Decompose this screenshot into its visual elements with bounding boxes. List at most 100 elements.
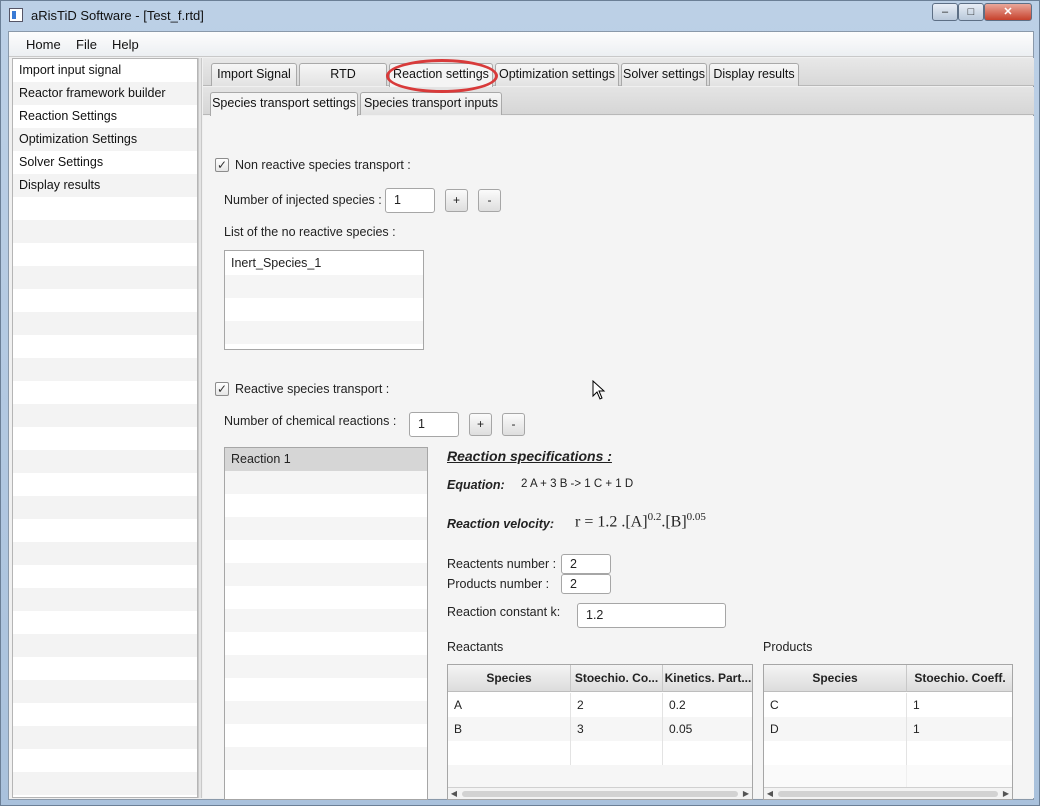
- scroll-thumb[interactable]: [462, 791, 738, 797]
- sidebar-empty-row: [13, 749, 197, 772]
- table-row[interactable]: D 1: [764, 717, 1012, 741]
- table-cell[interactable]: 0.2: [663, 693, 752, 717]
- reaction-constant-input[interactable]: 1.2: [577, 603, 726, 628]
- sidebar-item-import-input-signal[interactable]: Import input signal: [13, 59, 197, 82]
- scroll-left-icon[interactable]: ◀: [764, 788, 776, 799]
- maximize-button[interactable]: □: [958, 3, 984, 21]
- sidebar-empty-row: [13, 772, 197, 795]
- list-item-empty: [225, 321, 423, 344]
- settings-panel: ✓ Non reactive species transport : Numbe…: [203, 116, 1034, 800]
- remove-species-button[interactable]: -: [478, 189, 501, 212]
- remove-reaction-button[interactable]: -: [502, 413, 525, 436]
- table-cell[interactable]: C: [764, 693, 907, 717]
- reactants-title: Reactants: [447, 640, 504, 654]
- column-header-stoechio[interactable]: Stoechio. Co...: [571, 665, 663, 692]
- tab-optimization-settings[interactable]: Optimization settings: [495, 63, 619, 86]
- nonreactive-checkbox[interactable]: ✓: [215, 158, 229, 172]
- sidebar-empty-row: [13, 634, 197, 657]
- sidebar-item-solver-settings[interactable]: Solver Settings: [13, 151, 197, 174]
- nonreactive-species-list[interactable]: Inert_Species_1: [224, 250, 424, 350]
- reactants-scrollbar[interactable]: ◀ ▶: [448, 787, 752, 799]
- list-item-empty: [225, 298, 423, 321]
- list-item-empty: [225, 494, 427, 517]
- list-item-empty: [225, 701, 427, 724]
- products-title: Products: [763, 640, 813, 654]
- velocity-label: Reaction velocity:: [447, 517, 554, 531]
- reactants-number-input[interactable]: 2: [561, 554, 611, 574]
- menu-file[interactable]: File: [76, 37, 97, 52]
- table-cell[interactable]: B: [448, 717, 571, 741]
- list-item-empty: [225, 517, 427, 540]
- mouse-cursor-icon: [592, 380, 606, 400]
- column-header-species[interactable]: Species: [448, 665, 571, 692]
- products-number-input[interactable]: 2: [561, 574, 611, 594]
- injected-species-label: Number of injected species :: [224, 193, 382, 207]
- list-item[interactable]: Inert_Species_1: [225, 252, 423, 275]
- table-cell[interactable]: A: [448, 693, 571, 717]
- add-reaction-button[interactable]: +: [469, 413, 492, 436]
- table-cell[interactable]: 3: [571, 717, 663, 741]
- sidebar-empty-row: [13, 289, 197, 312]
- scroll-thumb[interactable]: [778, 791, 998, 797]
- list-item[interactable]: Reaction 1: [225, 448, 427, 471]
- add-species-button[interactable]: +: [445, 189, 468, 212]
- sidebar-empty-row: [13, 680, 197, 703]
- pane-splitter[interactable]: [198, 58, 202, 798]
- sub-tab-strip: Species transport settings Species trans…: [203, 87, 1034, 116]
- sidebar-item-reactor-framework-builder[interactable]: Reactor framework builder: [13, 82, 197, 105]
- sidebar-empty-row: [13, 381, 197, 404]
- column-header-stoechio[interactable]: Stoechio. Coeff.: [907, 665, 1012, 692]
- tab-solver-settings[interactable]: Solver settings: [621, 63, 707, 86]
- list-item-empty: [225, 655, 427, 678]
- list-item-empty: [225, 632, 427, 655]
- tab-rtd-framework[interactable]: RTD framework: [299, 63, 387, 102]
- table-row-empty: [448, 765, 752, 787]
- table-cell[interactable]: 0.05: [663, 717, 752, 741]
- column-header-kinetics[interactable]: Kinetics. Part...: [663, 665, 752, 692]
- equation-text: 2 A + 3 B -> 1 C + 1 D: [521, 478, 634, 490]
- column-header-species[interactable]: Species: [764, 665, 907, 692]
- reactive-checkbox[interactable]: ✓: [215, 382, 229, 396]
- reactants-table[interactable]: Species Stoechio. Co... Kinetics. Part..…: [447, 664, 753, 800]
- scroll-right-icon[interactable]: ▶: [1000, 788, 1012, 799]
- minimize-button[interactable]: ‒: [932, 3, 958, 21]
- table-cell[interactable]: 2: [571, 693, 663, 717]
- close-button[interactable]: ✕: [984, 3, 1032, 21]
- products-scrollbar[interactable]: ◀ ▶: [764, 787, 1012, 799]
- table-cell[interactable]: D: [764, 717, 907, 741]
- tab-species-transport-settings[interactable]: Species transport settings: [210, 92, 358, 116]
- sidebar-item-display-results[interactable]: Display results: [13, 174, 197, 197]
- table-cell[interactable]: 1: [907, 693, 1012, 717]
- list-item-empty: [225, 563, 427, 586]
- chemical-reactions-input[interactable]: 1: [409, 412, 459, 437]
- sidebar-empty-row: [13, 243, 197, 266]
- sidebar-empty-row: [13, 703, 197, 726]
- reaction-list[interactable]: Reaction 1: [224, 447, 428, 800]
- menu-home[interactable]: Home: [26, 37, 61, 52]
- menu-help[interactable]: Help: [112, 37, 139, 52]
- list-item-empty: [225, 471, 427, 494]
- velocity-mid: .[B]: [661, 513, 687, 531]
- tab-import-signal[interactable]: Import Signal: [211, 63, 297, 86]
- sidebar-empty-row: [13, 335, 197, 358]
- scroll-left-icon[interactable]: ◀: [448, 788, 460, 799]
- title-bar: aRisTiD Software - [Test_f.rtd] ‒ □ ✕: [1, 1, 1040, 31]
- sidebar-empty-row: [13, 312, 197, 335]
- tab-species-transport-inputs[interactable]: Species transport inputs: [360, 92, 502, 115]
- table-row[interactable]: B 3 0.05: [448, 717, 752, 741]
- app-icon: [9, 8, 23, 22]
- highlight-ellipse: [386, 59, 498, 93]
- table-cell[interactable]: 1: [907, 717, 1012, 741]
- reaction-spec-title: Reaction specifications :: [447, 448, 612, 464]
- table-row[interactable]: C 1: [764, 693, 1012, 717]
- table-row[interactable]: A 2 0.2: [448, 693, 752, 717]
- products-table[interactable]: Species Stoechio. Coeff. C 1 D 1 ◀ ▶: [763, 664, 1013, 800]
- sidebar-item-reaction-settings[interactable]: Reaction Settings: [13, 105, 197, 128]
- injected-species-input[interactable]: 1: [385, 188, 435, 213]
- sidebar-item-optimization-settings[interactable]: Optimization Settings: [13, 128, 197, 151]
- nonreactive-label: Non reactive species transport :: [235, 158, 411, 172]
- tab-display-results[interactable]: Display results: [709, 63, 799, 86]
- scroll-right-icon[interactable]: ▶: [740, 788, 752, 799]
- sidebar-empty-row: [13, 404, 197, 427]
- reaction-constant-label: Reaction constant k:: [447, 605, 561, 619]
